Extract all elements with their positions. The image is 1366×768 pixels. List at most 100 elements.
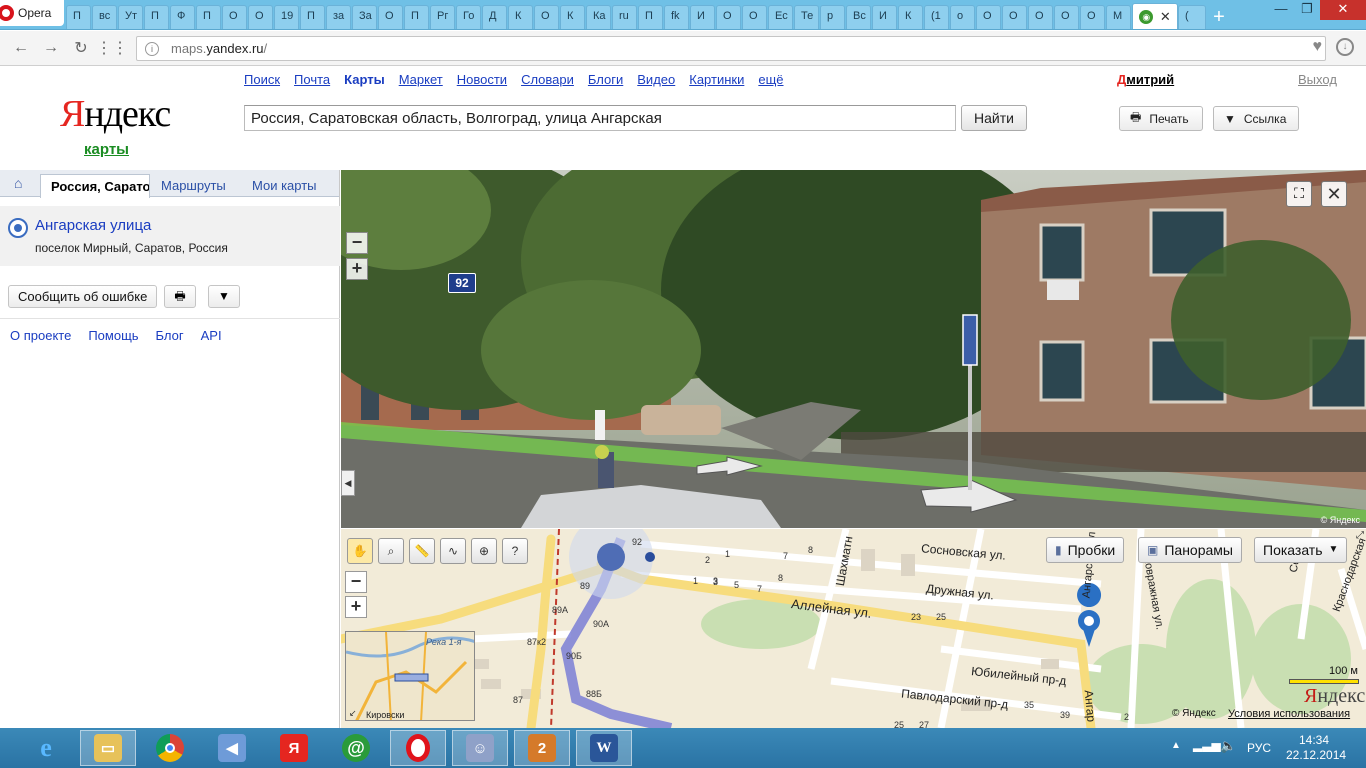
service-link[interactable]: Видео (637, 72, 675, 87)
taskbar-word[interactable]: W (576, 730, 632, 766)
what-here-tool-icon[interactable]: ? (502, 538, 528, 564)
new-tab-icon[interactable]: + (1207, 5, 1231, 29)
service-link[interactable]: Поиск (244, 72, 280, 87)
url-field[interactable]: i maps. yandex.ru / (136, 36, 1326, 61)
browser-tab[interactable]: Ф (170, 5, 195, 29)
browser-tab[interactable]: Го (456, 5, 481, 29)
browser-tab[interactable]: (1 (924, 5, 949, 29)
browser-tab[interactable]: Д (482, 5, 507, 29)
house-number-marker[interactable]: 92 (448, 273, 476, 293)
api-link[interactable]: API (201, 328, 222, 343)
fullscreen-icon[interactable]: ⛶ (1286, 181, 1312, 207)
link-small-button[interactable]: ▼ (208, 285, 240, 308)
browser-tab[interactable]: ru (612, 5, 637, 29)
minimize-icon[interactable]: — (1268, 0, 1294, 20)
map-view[interactable]: Сосновская ул. Дружная ул. Аллейная ул. … (341, 529, 1366, 728)
service-link[interactable]: Маркет (399, 72, 443, 87)
browser-tab[interactable]: О (716, 5, 741, 29)
magnifier-zoom-tool-icon[interactable]: ⌕ (378, 538, 404, 564)
taskbar-explorer[interactable]: ▭ (80, 730, 136, 766)
browser-tab[interactable]: П (300, 5, 325, 29)
browser-tab[interactable]: за (326, 5, 351, 29)
speed-dial-grid-icon[interactable]: ⋮⋮ (96, 38, 128, 58)
browser-tab[interactable]: К (898, 5, 923, 29)
link-button[interactable]: ▼ Ссылка (1213, 106, 1299, 131)
browser-tab[interactable]: О (742, 5, 767, 29)
browser-tab[interactable]: О (222, 5, 247, 29)
reload-icon[interactable]: ↻ (66, 38, 96, 58)
taskbar-yandex[interactable]: Я (266, 730, 322, 766)
search-result-item[interactable]: Ангарская улица поселок Мирный, Саратов,… (0, 206, 340, 266)
back-arrow-icon[interactable]: ← (6, 39, 36, 57)
logout-link[interactable]: Выход (1298, 72, 1337, 87)
volume-icon[interactable]: 🔈 (1220, 738, 1236, 754)
network-icon[interactable]: ▂▃▅ (1193, 738, 1221, 752)
browser-tab[interactable]: П (404, 5, 429, 29)
ruler-tool-icon[interactable]: 📏 (409, 538, 435, 564)
browser-tab[interactable]: О (1002, 5, 1027, 29)
service-link[interactable]: Картинки (689, 72, 744, 87)
browser-tab[interactable]: 19 (274, 5, 299, 29)
close-panorama-icon[interactable]: ✕ (1321, 181, 1347, 207)
browser-tab[interactable]: М (1106, 5, 1131, 29)
browser-tab[interactable]: За (352, 5, 377, 29)
expand-map-icon[interactable]: ⤢ (1356, 530, 1364, 541)
pano-zoom-out-button[interactable]: − (346, 232, 368, 254)
browser-tab[interactable]: О (976, 5, 1001, 29)
overview-minimap[interactable]: Река 1-я Кировски ↙ (345, 631, 475, 721)
street-panorama[interactable]: − + 92 ⛶ ✕ © Яндекс (341, 170, 1366, 528)
browser-tab[interactable]: П (196, 5, 221, 29)
search-input[interactable] (244, 105, 956, 131)
help-link[interactable]: Помощь (88, 328, 138, 343)
panoramas-button[interactable]: ▣ Панорамы (1138, 537, 1242, 563)
taskbar-mail[interactable]: @ (328, 730, 384, 766)
browser-tab[interactable]: И (690, 5, 715, 29)
browser-tab[interactable]: о (950, 5, 975, 29)
print-button[interactable]: 🖶 Печать (1119, 106, 1203, 131)
taskbar-app[interactable]: ☺ (452, 730, 508, 766)
browser-tab[interactable]: Ес (768, 5, 793, 29)
maps-service-link[interactable]: карты (84, 141, 129, 158)
bookmark-heart-icon[interactable]: ♥ (1313, 38, 1323, 56)
print-small-button[interactable]: 🖶 (164, 285, 196, 308)
browser-tab[interactable]: П (638, 5, 663, 29)
browser-tab[interactable]: вс (92, 5, 117, 29)
service-link[interactable]: Новости (457, 72, 507, 87)
tab-search-result[interactable]: Россия, Саратовская (40, 174, 150, 198)
tab-routes[interactable]: Маршруты (161, 178, 226, 193)
taskbar-ie[interactable]: e (18, 730, 74, 766)
browser-tab[interactable]: Ут (118, 5, 143, 29)
user-link[interactable]: Дмитрий (1117, 72, 1174, 87)
browser-tab[interactable]: И (872, 5, 897, 29)
tab-my-maps[interactable]: Мои карты (252, 178, 317, 193)
collapse-panel-handle[interactable]: ◀ (341, 470, 355, 496)
taskbar-game[interactable]: 2 (514, 730, 570, 766)
taskbar-audio[interactable]: ◀ (204, 730, 260, 766)
about-link[interactable]: О проекте (10, 328, 71, 343)
collapse-minimap-icon[interactable]: ↙ (349, 708, 357, 719)
browser-tab[interactable]: О (1054, 5, 1079, 29)
map-zoom-out-button[interactable]: − (345, 571, 367, 593)
browser-tab[interactable]: К (508, 5, 533, 29)
browser-tab[interactable]: р (820, 5, 845, 29)
browser-tab[interactable]: О (248, 5, 273, 29)
browser-tab[interactable]: К (560, 5, 585, 29)
service-link[interactable]: Карты (344, 72, 385, 87)
tray-expand-icon[interactable]: ▲ (1171, 740, 1181, 751)
browser-tab[interactable]: О (534, 5, 559, 29)
site-info-icon[interactable]: i (145, 41, 159, 56)
forward-arrow-icon[interactable]: → (36, 39, 66, 57)
browser-tab[interactable]: О (378, 5, 403, 29)
browser-tab[interactable]: О (1080, 5, 1105, 29)
report-error-button[interactable]: Сообщить об ошибке (8, 285, 158, 308)
service-link[interactable]: Словари (521, 72, 574, 87)
traffic-button[interactable]: ▮ Пробки (1046, 537, 1125, 563)
browser-tab[interactable]: П (66, 5, 91, 29)
service-link[interactable]: ещё (758, 72, 783, 87)
show-layers-button[interactable]: Показать ▼ (1254, 537, 1348, 563)
yandex-logo[interactable]: Яндекс (60, 92, 171, 136)
window-close-icon[interactable]: ✕ (1320, 0, 1366, 20)
download-icon[interactable]: ↓ (1336, 38, 1354, 56)
browser-tab[interactable]: П (144, 5, 169, 29)
add-placemark-tool-icon[interactable]: ⊕ (471, 538, 497, 564)
